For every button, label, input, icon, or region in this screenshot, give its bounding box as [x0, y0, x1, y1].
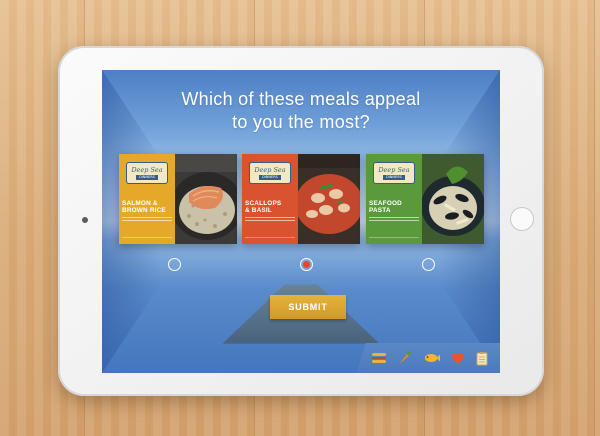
clipboard-icon[interactable]: [474, 350, 490, 366]
meal-photo-salmon: [175, 154, 237, 244]
radio-scallops[interactable]: [300, 258, 313, 271]
meal-title-line-2: PASTA: [369, 207, 391, 215]
brand-name: Deep Sea: [131, 166, 163, 174]
question-line-1: Which of these meals appeal: [181, 89, 421, 109]
meal-title-line-1: SCALLOPS: [245, 200, 282, 207]
meal-description: [369, 217, 419, 223]
radio-pasta[interactable]: [422, 258, 435, 271]
meal-info-panel: Deep Sea DINNERS SCALLOPS & BASIL: [242, 154, 298, 244]
heart-icon[interactable]: [450, 350, 466, 366]
meal-title-line-1: SEAFOOD: [369, 200, 403, 207]
meal-info-panel: Deep Sea DINNERS SEAFOOD PASTA: [366, 154, 422, 244]
camera: [82, 217, 88, 223]
meal-title: SALMON & BROWN RICE: [122, 200, 174, 215]
brand-subtitle: DINNERS: [383, 175, 405, 180]
brand-subtitle: DINNERS: [136, 175, 158, 180]
meal-footer: [122, 237, 172, 241]
brand-name: Deep Sea: [254, 166, 286, 174]
meal-card-scallops[interactable]: Deep Sea DINNERS SCALLOPS & BASIL: [242, 154, 360, 244]
app-screen: Which of these meals appeal to you the m…: [102, 70, 500, 373]
question-line-2: to you the most?: [232, 112, 370, 132]
survey-question: Which of these meals appeal to you the m…: [102, 88, 500, 134]
submit-button[interactable]: SUBMIT: [270, 295, 346, 319]
radio-salmon[interactable]: [168, 258, 181, 271]
brand-logo: Deep Sea DINNERS: [373, 162, 415, 184]
ipad-frame: Which of these meals appeal to you the m…: [58, 46, 544, 396]
meal-footer: [245, 237, 295, 241]
meal-card-pasta[interactable]: Deep Sea DINNERS SEAFOOD PASTA: [366, 154, 484, 244]
meal-photo-pasta: [422, 154, 484, 244]
meal-title-line-2: BROWN RICE: [122, 207, 166, 215]
meal-title-line-1: SALMON &: [122, 200, 158, 207]
meal-photo-scallops: [298, 154, 360, 244]
brand-name: Deep Sea: [378, 166, 410, 174]
meal-card-salmon[interactable]: Deep Sea DINNERS SALMON & BROWN RICE: [119, 154, 237, 244]
fish-icon[interactable]: [424, 350, 440, 366]
meal-footer: [369, 237, 419, 241]
brand-subtitle: DINNERS: [259, 175, 281, 180]
meal-title: SCALLOPS & BASIL: [245, 200, 297, 215]
meal-title: SEAFOOD PASTA: [369, 200, 421, 215]
meal-info-panel: Deep Sea DINNERS SALMON & BROWN RICE: [119, 154, 175, 244]
meal-title-line-2: & BASIL: [245, 207, 272, 215]
home-button[interactable]: [510, 207, 534, 231]
sandwich-icon[interactable]: [371, 350, 387, 366]
brand-logo: Deep Sea DINNERS: [249, 162, 291, 184]
carrot-icon[interactable]: [396, 350, 412, 366]
meal-description: [245, 217, 295, 223]
brand-logo: Deep Sea DINNERS: [126, 162, 168, 184]
meal-description: [122, 217, 172, 223]
